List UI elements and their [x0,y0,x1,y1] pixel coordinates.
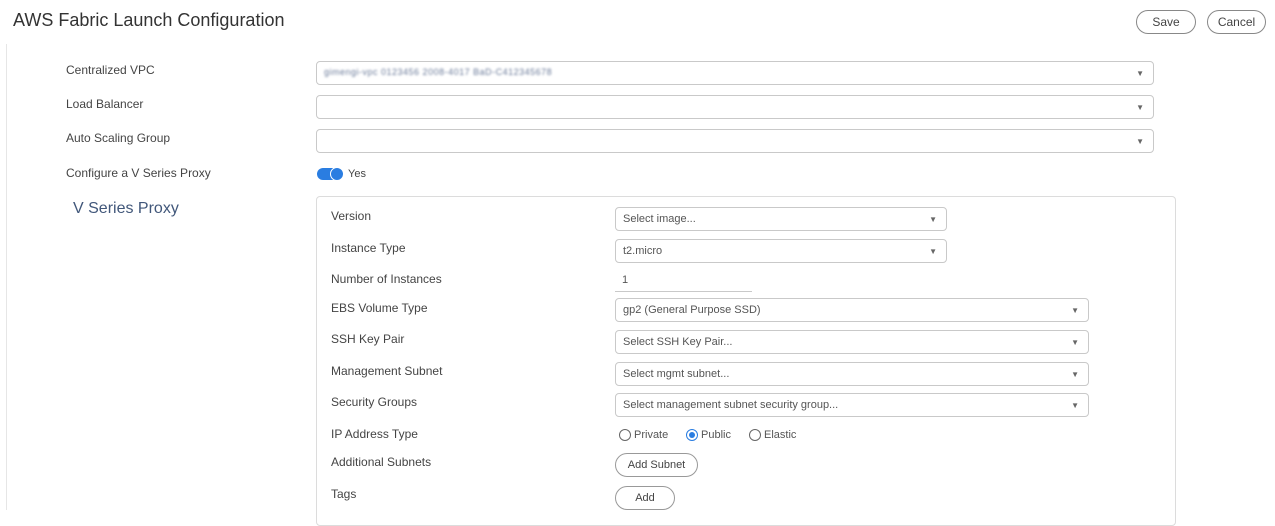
ssh-key-pair-select[interactable]: Select SSH Key Pair... ▼ [615,330,1089,354]
ip-address-type-label: IP Address Type [331,427,418,441]
ssh-key-pair-label: SSH Key Pair [331,332,405,346]
radio-selected-icon [686,429,698,441]
tags-label: Tags [331,487,357,501]
page-title: AWS Fabric Launch Configuration [13,10,285,30]
caret-down-icon: ▼ [1071,401,1079,410]
security-groups-placeholder: Select management subnet security group.… [623,399,839,411]
instance-type-value: t2.micro [623,245,663,257]
auto-scaling-group-label: Auto Scaling Group [66,131,171,145]
centralized-vpc-label: Centralized VPC [66,63,155,77]
cancel-button[interactable]: Cancel [1207,10,1266,34]
auto-scaling-group-select[interactable]: ▼ [316,129,1154,153]
radio-public-label: Public [701,429,731,441]
instance-type-label: Instance Type [331,241,406,255]
additional-subnets-label: Additional Subnets [331,455,432,469]
caret-down-icon: ▼ [1071,370,1079,379]
load-balancer-select[interactable]: ▼ [316,95,1154,119]
add-tag-button[interactable]: Add [615,486,675,510]
ebs-volume-type-value: gp2 (General Purpose SSD) [623,304,761,316]
save-button[interactable]: Save [1136,10,1196,34]
caret-down-icon: ▼ [1071,338,1079,347]
caret-down-icon: ▼ [1136,69,1144,78]
configure-proxy-label: Configure a V Series Proxy [66,166,211,180]
management-subnet-select[interactable]: Select mgmt subnet... ▼ [615,362,1089,386]
instance-type-select[interactable]: t2.micro ▼ [615,239,947,263]
management-subnet-placeholder: Select mgmt subnet... [623,368,730,380]
configure-proxy-toggle[interactable] [317,167,344,181]
caret-down-icon: ▼ [929,247,937,256]
number-of-instances-label: Number of Instances [331,272,442,286]
version-select[interactable]: Select image... ▼ [615,207,947,231]
radio-public[interactable]: Public [686,429,731,441]
ebs-volume-type-label: EBS Volume Type [331,301,428,315]
centralized-vpc-value: gimengi-vpc 0123456 2008-4017 BaD-C41234… [324,67,553,77]
security-groups-label: Security Groups [331,395,418,409]
management-subnet-label: Management Subnet [331,364,443,378]
number-of-instances-input[interactable]: 1 [615,268,752,292]
radio-elastic[interactable]: Elastic [749,429,796,441]
caret-down-icon: ▼ [1136,103,1144,112]
caret-down-icon: ▼ [1071,306,1079,315]
ssh-key-pair-placeholder: Select SSH Key Pair... [623,336,733,348]
security-groups-select[interactable]: Select management subnet security group.… [615,393,1089,417]
load-balancer-label: Load Balancer [66,97,144,111]
caret-down-icon: ▼ [1136,137,1144,146]
radio-icon [619,429,631,441]
version-placeholder: Select image... [623,213,696,225]
version-label: Version [331,209,372,223]
ebs-volume-type-select[interactable]: gp2 (General Purpose SSD) ▼ [615,298,1089,322]
configure-proxy-value: Yes [348,168,366,180]
radio-icon [749,429,761,441]
radio-elastic-label: Elastic [764,429,797,441]
radio-private-label: Private [634,429,669,441]
toggle-knob [330,167,344,181]
caret-down-icon: ▼ [929,215,937,224]
radio-private[interactable]: Private [619,429,668,441]
centralized-vpc-select[interactable]: gimengi-vpc 0123456 2008-4017 BaD-C41234… [316,61,1154,85]
section-title: V Series Proxy [73,200,179,217]
add-subnet-button[interactable]: Add Subnet [615,453,698,477]
number-of-instances-value: 1 [622,274,629,286]
left-border [6,44,7,510]
